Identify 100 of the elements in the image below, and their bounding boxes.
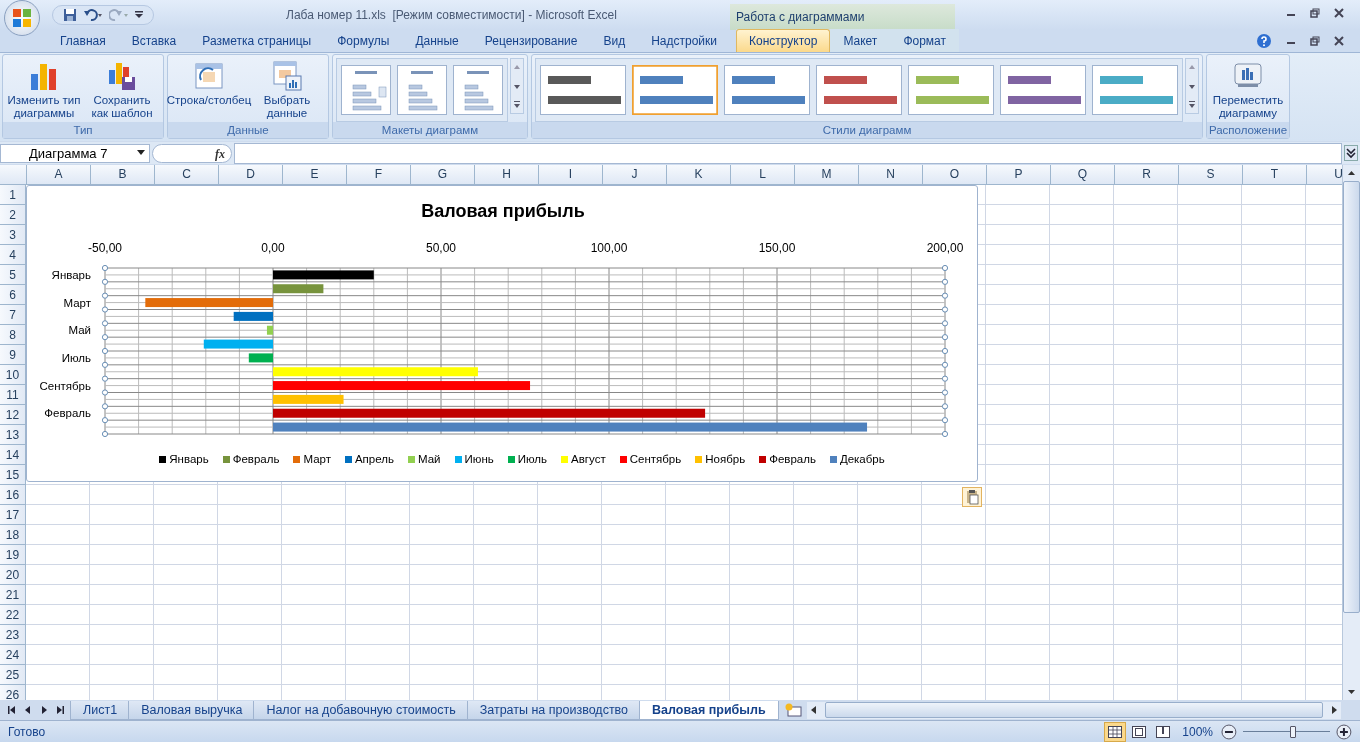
row-header[interactable]: 7 xyxy=(0,305,26,325)
row-header[interactable]: 16 xyxy=(0,485,26,505)
column-header[interactable]: T xyxy=(1243,165,1307,184)
office-button[interactable] xyxy=(4,0,40,36)
row-header[interactable]: 24 xyxy=(0,645,26,665)
ribbon-tab[interactable]: Конструктор xyxy=(736,29,831,52)
row-header[interactable]: 21 xyxy=(0,585,26,605)
zoom-level[interactable]: 100% xyxy=(1182,724,1214,739)
ribbon-button[interactable]: Сохранить как шаблон xyxy=(84,58,160,122)
chart-layout-thumbnail[interactable] xyxy=(341,65,391,115)
sheet-tab[interactable]: Валовая выручка xyxy=(128,700,256,720)
column-header[interactable]: R xyxy=(1115,165,1179,184)
row-header[interactable]: 13 xyxy=(0,425,26,445)
row-header[interactable]: 25 xyxy=(0,665,26,685)
column-header[interactable]: M xyxy=(795,165,859,184)
column-header[interactable]: I xyxy=(539,165,603,184)
last-sheet-icon[interactable] xyxy=(54,704,66,716)
row-header[interactable]: 15 xyxy=(0,465,26,485)
vertical-scrollbar[interactable] xyxy=(1342,165,1360,700)
formula-input[interactable] xyxy=(234,142,1342,164)
row-header[interactable]: 5 xyxy=(0,265,26,285)
ribbon-button[interactable]: Изменить тип диаграммы xyxy=(6,58,82,122)
close-icon[interactable] xyxy=(1334,8,1344,18)
ribbon-tab[interactable]: Вставка xyxy=(118,29,190,52)
close-icon[interactable] xyxy=(1334,36,1344,46)
zoom-in-icon[interactable] xyxy=(1336,723,1352,740)
ribbon-tab[interactable]: Рецензирование xyxy=(471,29,591,52)
column-header[interactable]: D xyxy=(219,165,283,184)
chart-style-thumbnail[interactable] xyxy=(540,65,626,115)
row-header[interactable]: 6 xyxy=(0,285,26,305)
ribbon-tab[interactable]: Надстройки xyxy=(638,29,730,52)
function-button[interactable]: fx xyxy=(152,143,232,163)
row-header[interactable]: 8 xyxy=(0,325,26,345)
row-header[interactable]: 12 xyxy=(0,405,26,425)
column-header[interactable]: J xyxy=(603,165,667,184)
row-header[interactable]: 4 xyxy=(0,245,26,265)
column-header[interactable]: Q xyxy=(1051,165,1115,184)
paste-options-icon[interactable] xyxy=(962,487,982,507)
chart-layout-thumbnail[interactable] xyxy=(453,65,503,115)
column-header[interactable]: E xyxy=(283,165,347,184)
chart-layout-thumbnail[interactable] xyxy=(397,65,447,115)
column-header[interactable]: P xyxy=(987,165,1051,184)
column-header[interactable]: L xyxy=(731,165,795,184)
column-header[interactable]: F xyxy=(347,165,411,184)
view-button[interactable] xyxy=(1104,721,1127,742)
horizontal-scrollbar[interactable] xyxy=(806,701,1341,719)
sheet-tab[interactable]: Затраты на производство xyxy=(466,700,642,720)
ribbon-button[interactable]: Переместить диаграмму xyxy=(1210,58,1286,122)
column-header[interactable]: C xyxy=(155,165,219,184)
column-header[interactable]: G xyxy=(411,165,475,184)
row-header[interactable]: 9 xyxy=(0,345,26,365)
ribbon-tab[interactable]: Макет xyxy=(830,29,891,52)
column-header[interactable]: S xyxy=(1179,165,1243,184)
column-header[interactable]: O xyxy=(923,165,987,184)
row-header[interactable]: 22 xyxy=(0,605,26,625)
row-header[interactable]: 2 xyxy=(0,205,26,225)
ribbon-tab[interactable]: Главная xyxy=(47,29,119,52)
undo-icon[interactable] xyxy=(83,8,103,22)
first-sheet-icon[interactable] xyxy=(6,704,18,716)
ribbon-tab[interactable]: Формат xyxy=(890,29,959,52)
save-icon[interactable] xyxy=(63,8,77,22)
row-header[interactable]: 17 xyxy=(0,505,26,525)
column-header[interactable]: B xyxy=(91,165,155,184)
sheet-tab[interactable]: Налог на добавочную стоимость xyxy=(253,700,469,720)
chart-style-thumbnail[interactable] xyxy=(632,65,718,115)
column-header[interactable]: K xyxy=(667,165,731,184)
zoom-out-icon[interactable] xyxy=(1221,723,1237,740)
chart-style-thumbnail[interactable] xyxy=(1000,65,1086,115)
row-header[interactable]: 3 xyxy=(0,225,26,245)
restore-icon[interactable] xyxy=(1310,36,1320,46)
row-header[interactable]: 11 xyxy=(0,385,26,405)
zoom-slider-thumb[interactable] xyxy=(1289,725,1296,738)
chart-style-thumbnail[interactable] xyxy=(1092,65,1178,115)
ribbon-tab[interactable]: Данные xyxy=(402,29,472,52)
name-box[interactable]: Диаграмма 7 xyxy=(0,143,150,163)
expand-icon[interactable] xyxy=(1344,145,1358,161)
column-header[interactable]: A xyxy=(27,165,91,184)
row-header[interactable]: 10 xyxy=(0,365,26,385)
row-header[interactable]: 1 xyxy=(0,185,26,205)
sheet-tab[interactable]: Лист1 xyxy=(70,700,131,720)
chart-style-thumbnail[interactable] xyxy=(816,65,902,115)
ribbon-tab[interactable]: Разметка страницы xyxy=(189,29,325,52)
help-icon[interactable] xyxy=(1256,33,1272,49)
sheet-tab[interactable]: Валовая прибыль xyxy=(639,700,779,720)
row-header[interactable]: 19 xyxy=(0,545,26,565)
chart-style-thumbnail[interactable] xyxy=(908,65,994,115)
row-header[interactable]: 20 xyxy=(0,565,26,585)
chart-area[interactable]: Валовая прибыль -50,00 0,00 50,00 100,00 150,00 200,00 Январь Март Май Июль Сентябрь Февраль Январь Февраль Март Апрель Май Июнь Июль Август Сентябрь Ноябрь Февраль Декабрь xyxy=(26,185,978,482)
row-header[interactable]: 18 xyxy=(0,525,26,545)
ribbon-tab[interactable]: Вид xyxy=(590,29,639,52)
ribbon-tab[interactable]: Формулы xyxy=(324,29,403,52)
restore-icon[interactable] xyxy=(1310,8,1320,18)
chart-style-thumbnail[interactable] xyxy=(724,65,810,115)
column-header[interactable]: H xyxy=(475,165,539,184)
row-header[interactable]: 14 xyxy=(0,445,26,465)
row-header[interactable]: 26 xyxy=(0,685,26,700)
customize-icon[interactable] xyxy=(135,10,143,20)
zoom-slider[interactable] xyxy=(1242,723,1331,740)
column-header[interactable]: N xyxy=(859,165,923,184)
row-header[interactable]: 23 xyxy=(0,625,26,645)
